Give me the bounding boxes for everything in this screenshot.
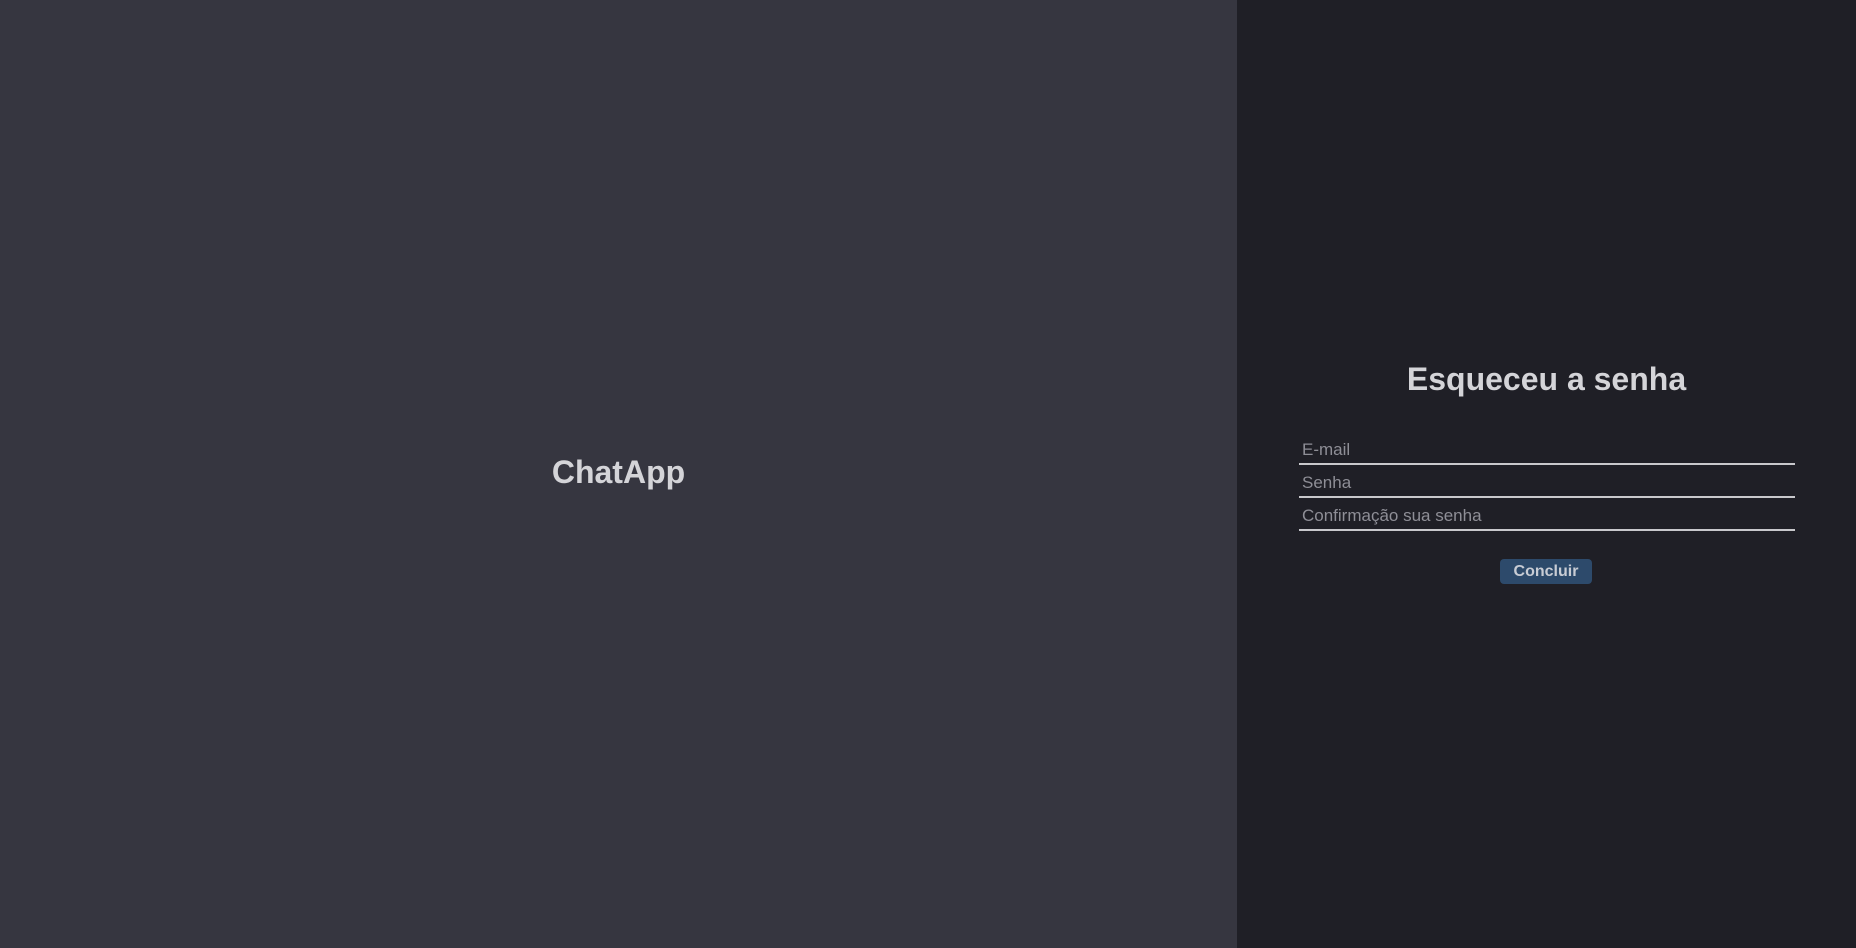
confirm-password-input[interactable]: [1299, 501, 1795, 531]
app-name: ChatApp: [551, 454, 686, 490]
app-root: ChatApp Esqueceu a senha Concluir: [0, 0, 1856, 948]
submit-button[interactable]: Concluir: [1500, 559, 1592, 584]
password-input[interactable]: [1299, 468, 1795, 498]
forgot-password-panel: Esqueceu a senha Concluir: [1237, 0, 1856, 948]
email-input[interactable]: [1299, 435, 1795, 465]
brand-panel: ChatApp: [0, 0, 1237, 948]
form-title: Esqueceu a senha: [1406, 361, 1687, 397]
